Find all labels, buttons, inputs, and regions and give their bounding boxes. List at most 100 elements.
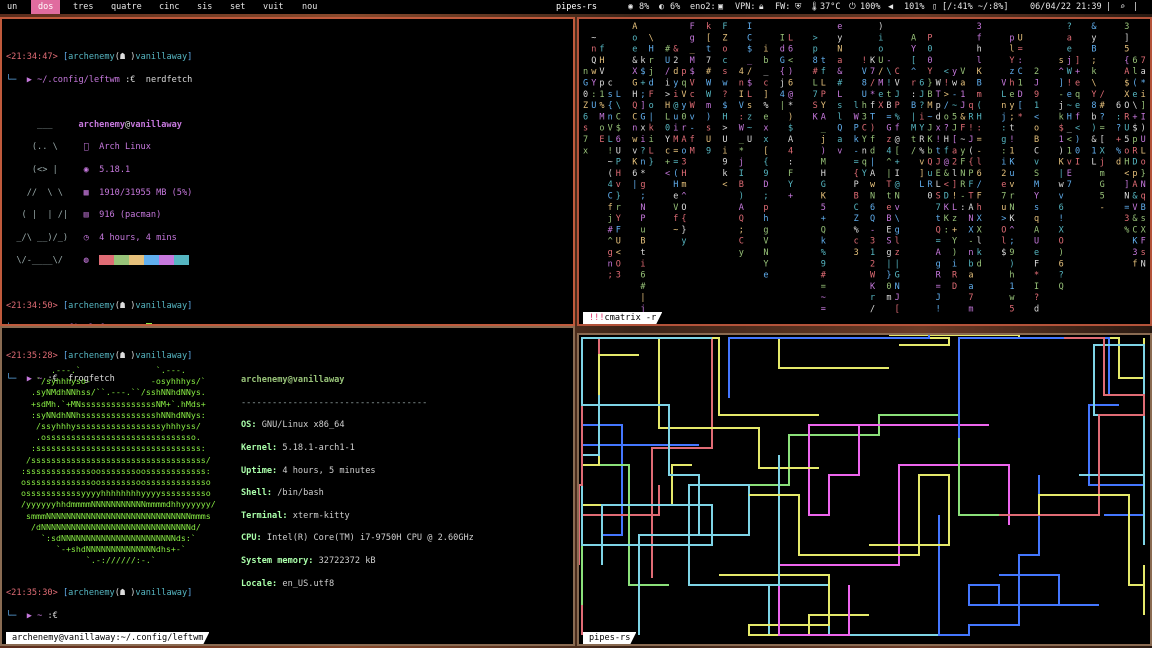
terminal-tab[interactable]: archenemy@vanillaway:~/.config/leftwm xyxy=(6,632,209,644)
matrix-glyph: l xyxy=(952,169,957,179)
terminal-frogfetch[interactable]: <21:35:28> [archenemy(☗ )vanillaway] └─ … xyxy=(0,326,575,646)
matrix-glyph: F xyxy=(1034,259,1039,269)
matrix-glyph: D xyxy=(944,192,949,202)
matrix-glyph: B xyxy=(1034,135,1039,145)
matrix-glyph: q xyxy=(1141,192,1146,202)
pipe-segment xyxy=(889,335,1145,379)
matrix-glyph: J xyxy=(960,101,965,111)
matrix-glyph: y xyxy=(1009,101,1014,111)
matrix-glyph: [ xyxy=(952,135,957,145)
matrix-glyph: [ xyxy=(1100,135,1105,145)
matrix-glyph: H xyxy=(665,101,670,111)
search-icon[interactable]: ⌕ xyxy=(1120,0,1125,14)
matrix-glyph: i xyxy=(1141,90,1146,100)
matrix-glyph: ) xyxy=(788,67,793,77)
cmatrix-rain: nG0Z6s7x~nQwY:UfHVp1%MoEcs{nVL!~(4Cfj#^g… xyxy=(583,22,1147,315)
workspace-quatre[interactable]: quatre xyxy=(104,0,149,14)
workspace-tres[interactable]: tres xyxy=(66,0,100,14)
matrix-glyph: = xyxy=(821,305,826,315)
matrix-glyph: ! xyxy=(936,135,941,145)
matrix-glyph: Q xyxy=(936,225,941,235)
matrix-glyph: j xyxy=(780,79,785,89)
matrix-glyph: N xyxy=(870,192,875,202)
matrix-glyph: Y xyxy=(821,101,826,111)
matrix-glyph: y xyxy=(952,67,957,77)
matrix-glyph: V xyxy=(739,101,744,111)
matrix-glyph: ? xyxy=(640,146,645,156)
matrix-glyph: X xyxy=(1100,146,1106,156)
matrix-glyph: - xyxy=(870,225,875,235)
matrix-glyph: L xyxy=(837,90,842,100)
matrix-glyph: l xyxy=(837,112,842,122)
matrix-glyph: K xyxy=(1132,237,1138,247)
matrix-glyph: | xyxy=(632,180,637,190)
matrix-glyph: & xyxy=(837,67,843,77)
matrix-glyph: = xyxy=(1124,203,1129,213)
matrix-glyph: F xyxy=(788,169,793,179)
matrix-glyph: k xyxy=(640,56,645,66)
matrix-glyph: q xyxy=(862,158,867,168)
workspace-dos[interactable]: dos xyxy=(31,0,61,14)
matrix-glyph: N xyxy=(763,248,768,258)
matrix-glyph: A xyxy=(968,203,973,213)
matrix-glyph: g xyxy=(886,248,891,258)
matrix-glyph: > xyxy=(813,33,818,43)
matrix-glyph: k xyxy=(706,22,711,32)
nf-host: vanillaway xyxy=(130,119,182,130)
matrix-glyph: v xyxy=(1009,180,1014,190)
memory-usage: 6% xyxy=(670,2,681,12)
status-bar: un dos tres quatre cinc sis set vuit nou… xyxy=(0,0,1152,14)
matrix-glyph: v xyxy=(616,180,621,190)
nf-memory: 1910/31955 MB (5%) xyxy=(99,187,193,198)
ff-title: archenemy@vanillaway xyxy=(241,375,345,386)
matrix-glyph: + xyxy=(1075,67,1080,77)
matrix-glyph: n xyxy=(968,248,973,258)
matrix-glyph: 9 xyxy=(763,169,768,179)
workspace-sis[interactable]: sis xyxy=(190,0,219,14)
matrix-glyph: J xyxy=(968,135,973,145)
matrix-glyph: : xyxy=(960,203,965,213)
matrix-glyph: Z xyxy=(854,214,859,224)
matrix-glyph: v xyxy=(837,146,842,156)
workspace-vuit[interactable]: vuit xyxy=(256,0,290,14)
matrix-glyph: ^ xyxy=(681,192,686,202)
workspace-nou[interactable]: nou xyxy=(295,0,324,14)
matrix-glyph: Q xyxy=(821,225,826,235)
matrix-glyph: ? xyxy=(944,124,949,134)
matrix-glyph: ; xyxy=(763,192,768,202)
matrix-glyph: U xyxy=(1141,135,1146,145)
volume-icon[interactable]: ◀︎ xyxy=(888,0,893,14)
matrix-glyph: i xyxy=(640,259,645,269)
matrix-glyph: 1 xyxy=(870,248,875,258)
workspace-un[interactable]: un xyxy=(0,0,24,14)
matrix-glyph: X xyxy=(1141,225,1147,235)
matrix-glyph: V xyxy=(862,67,867,77)
matrix-glyph: V xyxy=(673,203,678,213)
matrix-glyph: z xyxy=(895,248,900,258)
matrix-glyph: f xyxy=(1075,112,1080,122)
matrix-glyph: H xyxy=(977,112,982,122)
matrix-glyph: F xyxy=(616,225,621,235)
ff-shell: /bin/bash xyxy=(277,488,324,499)
matrix-glyph: s xyxy=(1059,56,1064,66)
matrix-glyph: \ xyxy=(616,101,621,111)
workspace-set[interactable]: set xyxy=(223,0,252,14)
matrix-glyph: 2 xyxy=(1001,169,1006,179)
matrix-glyph: % xyxy=(895,112,900,122)
matrix-glyph: h xyxy=(763,214,768,224)
matrix-glyph: j xyxy=(821,135,826,145)
terminal-cmatrix[interactable]: n G 0 Z 6 s 7 x ~ n Qw Y: Uf H Vp 1% Mo Ec s{n V L! ~(4 Cf j # ^ g… xyxy=(577,17,1152,326)
matrix-glyph: a xyxy=(837,56,842,66)
terminal-tab[interactable]: pipes-rs xyxy=(583,632,636,644)
matrix-glyph: 7 xyxy=(1001,192,1006,202)
matrix-glyph: ( xyxy=(673,169,678,179)
matrix-glyph: ] xyxy=(1124,33,1129,43)
terminal-pipes[interactable]: pipes-rs xyxy=(577,333,1152,646)
terminal-tab[interactable]: !!!cmatrix -r xyxy=(583,312,662,324)
workspace-cinc[interactable]: cinc xyxy=(152,0,186,14)
matrix-glyph: u xyxy=(927,169,932,179)
matrix-glyph: p xyxy=(1132,169,1137,179)
matrix-glyph: U xyxy=(722,135,727,145)
matrix-glyph: X xyxy=(977,214,983,224)
terminal-nerdfetch[interactable]: <21:34:47> [archenemy(☗ )vanillaway] └─ … xyxy=(0,17,575,326)
